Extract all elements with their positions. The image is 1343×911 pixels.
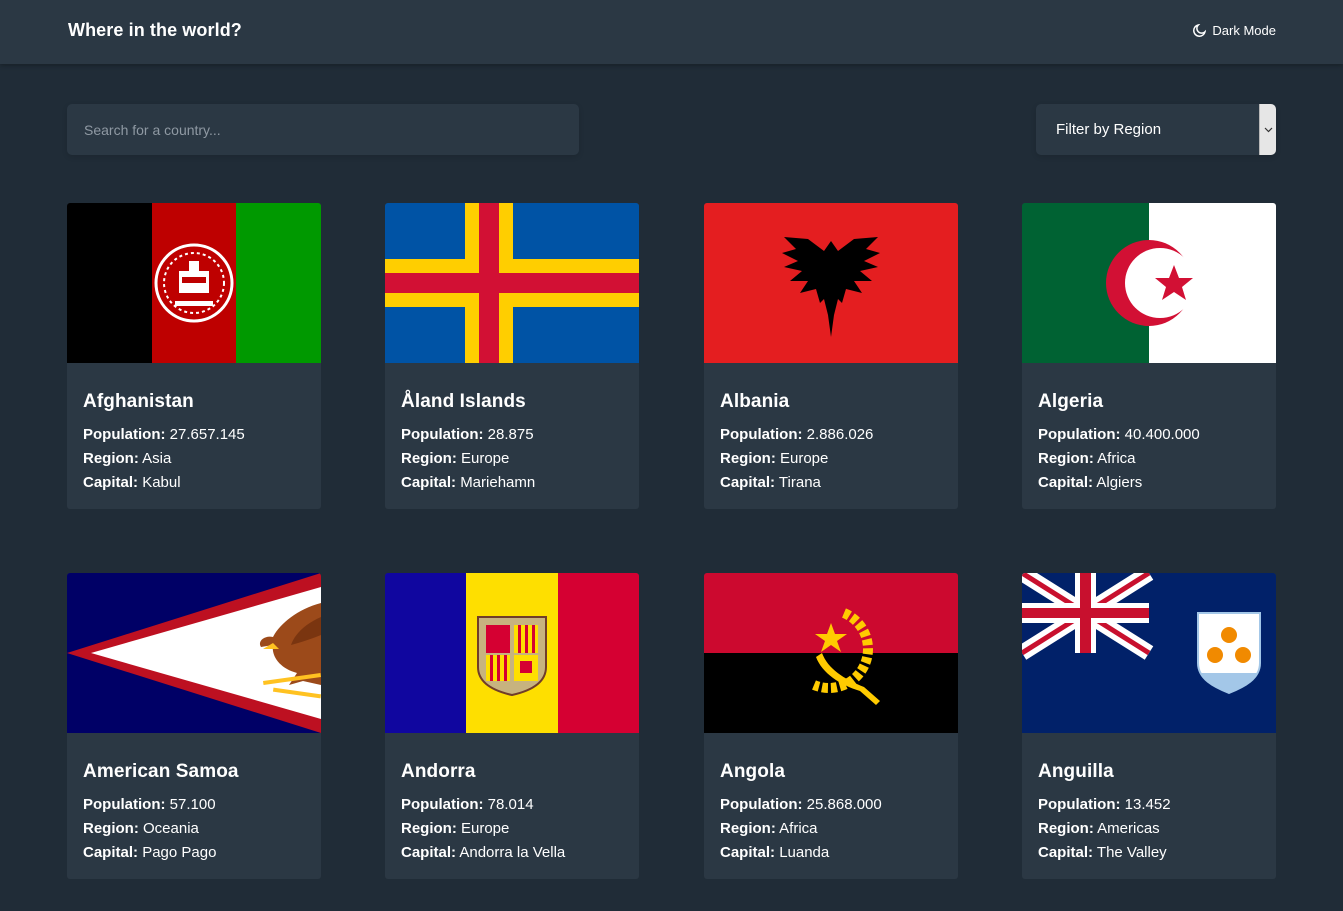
country-card-algeria[interactable]: Algeria Population: 40.400.000 Region: A… xyxy=(1022,203,1276,509)
moon-icon xyxy=(1193,24,1207,37)
capital-row: Capital: Pago Pago xyxy=(83,844,217,861)
country-card-anguilla[interactable]: Anguilla Population: 13.452 Region: Amer… xyxy=(1022,573,1276,879)
country-card-andorra[interactable]: Andorra Population: 78.014 Region: Europ… xyxy=(385,573,639,879)
country-card-american-samoa[interactable]: American Samoa Population: 57.100 Region… xyxy=(67,573,321,879)
population-row: Population: 78.014 xyxy=(401,796,534,813)
flag-angola xyxy=(704,573,958,733)
region-row: Region: Europe xyxy=(401,820,510,837)
header-bar: Where in the world? Dark Mode xyxy=(0,0,1343,64)
capital-row: Capital: Kabul xyxy=(83,474,181,491)
country-name: Albania xyxy=(720,391,790,412)
flag-albania xyxy=(704,203,958,363)
country-name: Afghanistan xyxy=(83,391,194,412)
population-row: Population: 57.100 xyxy=(83,796,216,813)
region-row: Region: Africa xyxy=(1038,450,1136,467)
region-row: Region: Asia xyxy=(83,450,172,467)
flag-aland-islands xyxy=(385,203,639,363)
country-name: Anguilla xyxy=(1038,761,1114,782)
population-row: Population: 28.875 xyxy=(401,426,534,443)
country-name: Algeria xyxy=(1038,391,1104,412)
search-box xyxy=(67,104,579,155)
region-row: Region: Americas xyxy=(1038,820,1160,837)
flag-anguilla xyxy=(1022,573,1276,733)
population-row: Population: 13.452 xyxy=(1038,796,1171,813)
capital-row: Capital: Luanda xyxy=(720,844,830,861)
country-name: Andorra xyxy=(401,761,476,782)
search-input[interactable] xyxy=(67,104,579,155)
flag-andorra xyxy=(385,573,639,733)
capital-row: Capital: The Valley xyxy=(1038,844,1167,861)
region-row: Region: Europe xyxy=(401,450,510,467)
capital-row: Capital: Algiers xyxy=(1038,474,1143,491)
country-name: Åland Islands xyxy=(401,391,526,412)
region-row: Region: Oceania xyxy=(83,820,199,837)
capital-row: Capital: Andorra la Vella xyxy=(401,844,566,861)
flag-american-samoa xyxy=(67,573,321,733)
app-title: Where in the world? xyxy=(68,20,242,40)
chevron-down-icon[interactable] xyxy=(1259,104,1276,155)
population-row: Population: 25.868.000 xyxy=(720,796,882,813)
country-name: American Samoa xyxy=(83,761,239,782)
country-card-aland-islands[interactable]: Åland Islands Population: 28.875 Region:… xyxy=(385,203,639,509)
flag-algeria xyxy=(1022,203,1276,363)
dark-mode-label: Dark Mode xyxy=(1212,23,1276,38)
region-row: Region: Africa xyxy=(720,820,818,837)
country-card-afghanistan[interactable]: Afghanistan Population: 27.657.145 Regio… xyxy=(67,203,321,509)
dark-mode-toggle[interactable]: Dark Mode xyxy=(1193,23,1276,38)
country-card-angola[interactable]: Angola Population: 25.868.000 Region: Af… xyxy=(704,573,958,879)
region-row: Region: Europe xyxy=(720,450,829,467)
capital-row: Capital: Mariehamn xyxy=(401,474,536,491)
region-filter-label: Filter by Region xyxy=(1056,121,1162,138)
flag-afghanistan xyxy=(67,203,321,363)
region-filter-select[interactable]: Filter by Region xyxy=(1036,104,1276,155)
country-name: Angola xyxy=(720,761,785,782)
capital-row: Capital: Tirana xyxy=(720,474,821,491)
population-row: Population: 2.886.026 xyxy=(720,426,874,443)
population-row: Population: 27.657.145 xyxy=(83,426,245,443)
country-card-albania[interactable]: Albania Population: 2.886.026 Region: Eu… xyxy=(704,203,958,509)
population-row: Population: 40.400.000 xyxy=(1038,426,1200,443)
